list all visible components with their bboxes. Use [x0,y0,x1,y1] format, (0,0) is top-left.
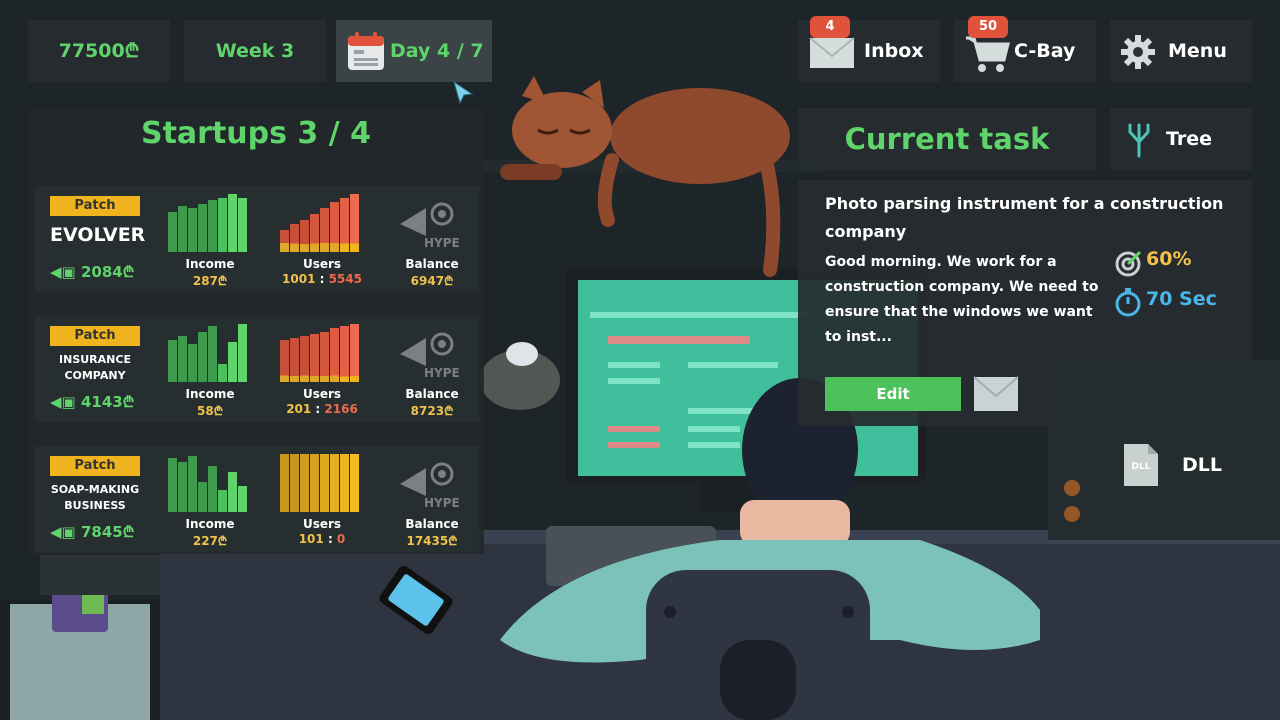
income-chart [166,194,256,252]
users-chart [278,454,368,512]
tree-button[interactable]: Tree [1110,108,1252,170]
envelope-icon [809,37,855,68]
users-label: Users [302,517,342,531]
patch-badge[interactable]: Patch [50,196,140,216]
users-value: 101 : 0 [298,532,346,546]
day-value: Day 4 / 7 [390,40,484,62]
income-label: Income [185,387,235,401]
income-chart [166,454,256,512]
income-value: 58₾ [197,404,223,418]
users-chart [278,324,368,382]
week-value: Week 3 [215,40,295,62]
withdraw-icon: ◀▣ [50,263,76,281]
balance-label: Balance [405,387,459,401]
task-title: Photo parsing instrument for a construct… [825,194,1224,241]
startup-name: EVOLVER [50,224,146,246]
money-display: 77500₾ [28,20,170,82]
balance-value: 8723₾ [410,404,454,418]
startup-cost: ◀▣ 4143₾ [50,392,134,412]
balance-value: 6947₾ [410,274,454,288]
cbay-badge: 50 [968,16,1008,38]
inbox-label: Inbox [864,40,924,62]
balance-label: Balance [405,517,459,531]
inbox-button[interactable]: 4 Inbox [798,16,940,82]
target-progress-icon [1115,250,1142,277]
startup-name: INSURANCE COMPANY [59,353,131,382]
file-icon-label: DLL [1131,462,1151,472]
hype-label: HYPE [424,366,460,380]
withdraw-icon: ◀▣ [50,523,76,541]
startup-cost: ◀▣ 2084₾ [50,262,134,282]
cbay-button[interactable]: 50 C-Bay [954,16,1096,82]
income-label: Income [185,257,235,271]
patch-badge[interactable]: Patch [50,326,140,346]
tree-icon [1128,123,1150,158]
startups-title: Startups 3 / 4 [140,116,372,151]
income-value: 227₾ [192,534,228,548]
current-task-header: Current task [798,108,1096,170]
patch-badge[interactable]: Patch [50,456,140,476]
shopping-cart-icon [966,36,1010,72]
mouse-cursor-icon [453,80,474,105]
startup-cost: ◀▣ 7845₾ [50,522,134,542]
hype-label: HYPE [424,496,460,510]
income-chart [166,324,256,382]
stopwatch-icon [1115,288,1141,317]
users-label: Users [302,387,342,401]
day-button[interactable]: Day 4 / 7 [336,20,492,82]
users-chart [278,194,368,252]
withdraw-icon: ◀▣ [50,393,76,411]
edit-button[interactable]: Edit [825,377,961,411]
dll-button[interactable]: DLL DLL [1110,434,1252,496]
menu-button[interactable]: Menu [1110,20,1252,82]
startup-cost-value: 2084₾ [80,263,135,281]
cbay-label: C-Bay [1014,40,1076,62]
menu-label: Menu [1168,40,1227,62]
income-value: 287₾ [192,274,228,288]
balance-label: Balance [405,257,459,271]
task-card: Photo parsing instrument for a construct… [798,180,1252,426]
task-progress: 60% [1146,248,1192,270]
inbox-badge: 4 [810,16,850,38]
balance-value: 17435₾ [406,534,458,548]
dll-label: DLL [1182,454,1222,476]
hype-label: HYPE [424,236,460,250]
calendar-icon [348,32,384,70]
tree-label: Tree [1166,128,1213,150]
startup-name: SOAP-MAKING BUSINESS [50,483,140,512]
task-description: Good morning. We work for a construction… [825,254,1099,345]
current-task-title: Current task [844,122,1050,156]
startup-cost-value: 7845₾ [80,523,135,541]
gear-icon [1121,35,1155,69]
envelope-icon[interactable] [973,376,1019,412]
users-value: 201 : 2166 [286,402,358,416]
money-value: 77500₾ [58,40,140,62]
task-time: 70 Sec [1146,288,1217,310]
income-label: Income [185,517,235,531]
startup-cost-value: 4143₾ [80,393,135,411]
users-value: 1001 : 5545 [282,272,362,286]
users-label: Users [302,257,342,271]
week-display: Week 3 [184,20,326,82]
